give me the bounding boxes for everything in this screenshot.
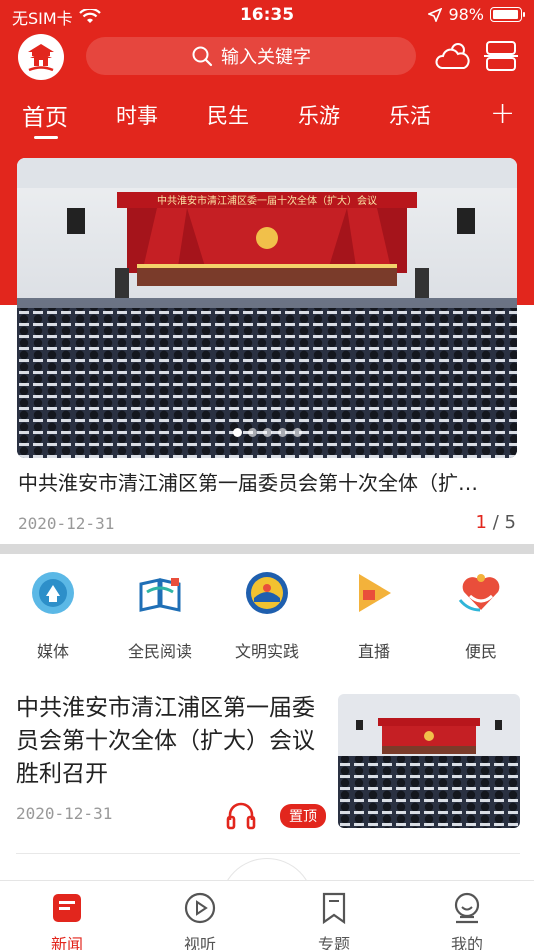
nav-label: 专题 xyxy=(317,935,350,950)
search-bar[interactable]: 输入关键字 xyxy=(86,37,416,75)
weather-icon[interactable] xyxy=(434,40,472,72)
carousel-dot[interactable] xyxy=(277,428,287,437)
media-icon xyxy=(32,572,74,614)
logo-pavilion-icon xyxy=(28,44,54,72)
carousel-dots xyxy=(17,428,517,437)
carousel-pager: 1 / 5 xyxy=(476,512,516,533)
news-icon xyxy=(53,894,81,922)
quick-link-label: 直播 xyxy=(357,642,390,661)
search-icon xyxy=(192,46,213,67)
carousel-dot[interactable] xyxy=(292,428,302,437)
news-item-thumbnail[interactable] xyxy=(338,694,520,828)
battery-icon xyxy=(490,7,525,22)
news-item-title[interactable]: 中共淮安市清江浦区第一届委员会第十次全体（扩大）会议胜利召开 xyxy=(16,692,316,791)
bottom-navigation: 新闻 视听 专题 我的 xyxy=(0,880,534,950)
tab-travel[interactable]: 乐游 xyxy=(298,100,340,130)
pager-total: 5 xyxy=(504,512,516,533)
carousel-dot[interactable] xyxy=(247,428,257,437)
play-circle-icon xyxy=(184,892,216,924)
quick-link-label: 全民阅读 xyxy=(127,642,192,661)
banner-screen-text: 中共淮安市清江浦区委一届十次全体（扩大）会议 xyxy=(157,194,377,207)
pinned-badge: 置顶 xyxy=(280,804,326,828)
tab-livelihood[interactable]: 民生 xyxy=(207,100,249,130)
carousel-dot[interactable] xyxy=(232,428,242,437)
news-thumbnail-image xyxy=(338,694,520,828)
carousel-dot[interactable] xyxy=(262,428,272,437)
banner-title[interactable]: 中共淮安市清江浦区第一届委员会第十次全体（扩… xyxy=(18,467,518,496)
banner-carousel[interactable]: 中共淮安市清江浦区委一届十次全体（扩大）会议 xyxy=(17,158,517,458)
nav-news[interactable]: 新闻 xyxy=(27,891,107,950)
live-play-icon xyxy=(359,574,391,612)
bookmark-icon xyxy=(322,892,346,925)
channel-tabs: 首页 时事 民生 乐游 乐活 + xyxy=(0,96,534,140)
quick-link-media[interactable]: 媒体 xyxy=(3,570,103,662)
convenience-icon xyxy=(458,574,500,612)
search-placeholder: 输入关键字 xyxy=(221,47,311,68)
banner-date: 2020-12-31 xyxy=(18,514,115,533)
quick-link-convenience[interactable]: 便民 xyxy=(431,570,531,662)
scan-icon[interactable] xyxy=(484,40,518,72)
nav-media[interactable]: 视听 xyxy=(160,891,240,950)
reading-icon xyxy=(139,578,181,612)
banner-image: 中共淮安市清江浦区委一届十次全体（扩大）会议 xyxy=(17,158,517,458)
battery-percent: 98% xyxy=(448,5,484,24)
pager-separator: / xyxy=(492,512,499,533)
app-logo[interactable] xyxy=(18,34,64,80)
quick-link-live[interactable]: 直播 xyxy=(324,570,424,662)
section-divider xyxy=(0,544,534,554)
location-arrow-icon xyxy=(428,7,443,22)
quick-link-label: 媒体 xyxy=(36,642,69,661)
nav-label: 我的 xyxy=(450,935,483,950)
nav-topics[interactable]: 专题 xyxy=(294,891,374,950)
status-bar: 无SIM卡 16:35 98% xyxy=(0,0,534,32)
news-item-date: 2020-12-31 xyxy=(16,804,113,823)
active-tab-indicator xyxy=(34,136,58,139)
nav-label: 视听 xyxy=(183,935,216,950)
headphone-icon[interactable] xyxy=(226,800,256,830)
tab-current-affairs[interactable]: 时事 xyxy=(116,100,158,130)
civilization-icon xyxy=(246,572,288,614)
tab-lifestyle[interactable]: 乐活 xyxy=(389,100,431,130)
quick-link-label: 便民 xyxy=(464,642,497,661)
quick-link-reading[interactable]: 全民阅读 xyxy=(110,570,210,662)
list-divider xyxy=(16,853,520,854)
status-right: 98% xyxy=(428,5,525,24)
pager-current: 1 xyxy=(475,512,487,533)
nav-label: 新闻 xyxy=(50,935,83,950)
tab-home[interactable]: 首页 xyxy=(22,98,68,132)
profile-icon xyxy=(454,892,480,924)
add-channel-button[interactable]: + xyxy=(490,96,515,131)
nav-profile[interactable]: 我的 xyxy=(427,891,507,950)
quick-links: 媒体 全民阅读 文明实践 直播 便民 xyxy=(0,570,534,670)
quick-link-civilization[interactable]: 文明实践 xyxy=(217,570,317,662)
quick-link-label: 文明实践 xyxy=(234,642,299,661)
